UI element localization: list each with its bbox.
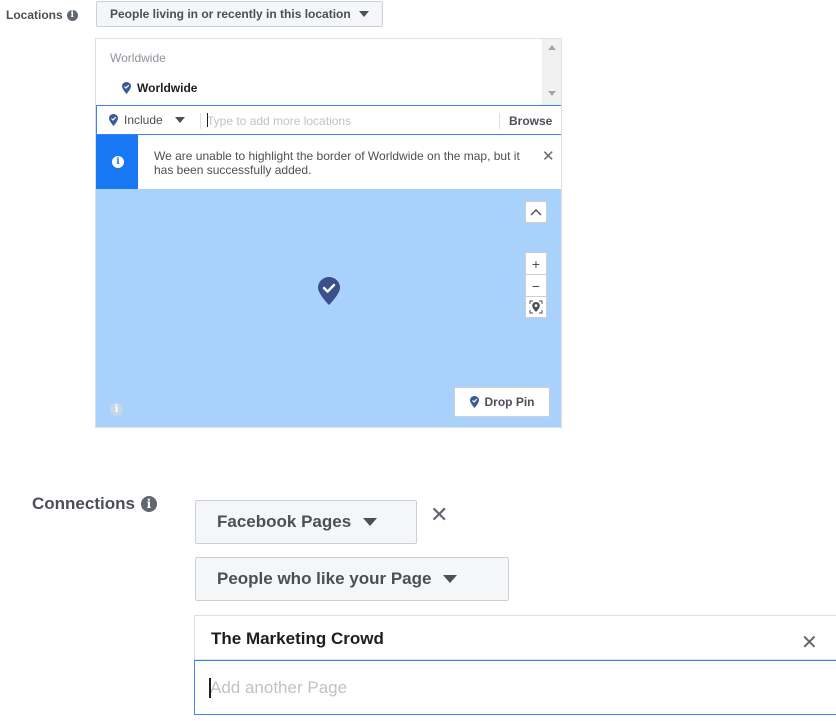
text-cursor [209,678,211,698]
scroll-down-icon[interactable] [548,91,556,96]
browse-button[interactable]: Browse [509,114,552,128]
location-search-input[interactable] [207,112,487,130]
caret-down-icon [443,575,458,583]
location-mode-dropdown[interactable]: People living in or recently in this loc… [96,1,383,27]
close-icon[interactable]: ✕ [542,147,555,165]
add-page-field[interactable] [194,660,836,715]
connection-type-dropdown[interactable]: Facebook Pages [195,500,417,544]
connection-audience-label: People who like your Page [217,569,432,588]
map-location-pin-icon [318,277,340,305]
locate-button[interactable] [525,296,547,318]
locate-icon [529,300,543,314]
zoom-out-button[interactable]: − [525,274,547,296]
minus-icon: − [531,277,541,294]
location-pin-icon [109,114,118,126]
selected-locations-list: Worldwide Worldwide [96,39,561,105]
info-icon[interactable]: i [66,9,78,21]
selected-page-item: The Marketing Crowd ✕ [194,615,836,660]
location-mode-label: People living in or recently in this loc… [110,7,351,21]
location-search-row: Include Browse [96,105,561,135]
plus-icon: + [531,255,541,272]
locations-label-text: Locations [6,8,63,22]
connections-label-text: Connections [32,494,135,513]
zoom-in-button[interactable]: + [525,252,547,274]
connection-audience-dropdown[interactable]: People who like your Page [195,557,509,601]
caret-down-icon [363,518,378,526]
info-icon[interactable]: i [140,496,157,512]
include-label: Include [124,113,163,127]
location-pin-icon [469,396,479,408]
locations-panel: Worldwide Worldwide Include Browse [95,38,562,428]
drop-pin-label: Drop Pin [484,395,535,409]
caret-down-icon [358,11,369,17]
list-scrollbar[interactable] [542,39,561,105]
selected-location-item[interactable]: Worldwide [122,81,197,95]
connection-type-label: Facebook Pages [217,512,352,531]
map-notice: i We are unable to highlight the border … [96,135,561,190]
scroll-up-icon[interactable] [548,45,556,50]
drop-pin-button[interactable]: Drop Pin [454,387,550,417]
locations-label: Locations i [6,8,78,22]
include-dropdown[interactable]: Include [109,113,185,127]
info-icon: i [112,156,124,168]
add-page-input[interactable] [210,676,810,700]
location-pin-icon [122,82,131,94]
location-map[interactable]: + − i Drop Pin [96,189,561,427]
selected-page-label: The Marketing Crowd [211,629,384,648]
location-group-header: Worldwide [110,51,166,65]
selected-location-label: Worldwide [137,81,198,95]
map-info-icon[interactable]: i [110,403,123,416]
remove-connection-close-icon[interactable]: ✕ [430,502,448,528]
divider [200,113,201,129]
divider [499,113,500,129]
connections-label: Connections i [32,494,157,514]
close-icon[interactable]: ✕ [801,630,818,655]
caret-down-icon [174,117,185,123]
notice-text: We are unable to highlight the border of… [154,149,520,177]
collapse-map-button[interactable] [525,201,547,223]
text-cursor [207,113,208,127]
chevron-up-icon [530,209,542,216]
notice-info-bar: i [96,135,138,189]
